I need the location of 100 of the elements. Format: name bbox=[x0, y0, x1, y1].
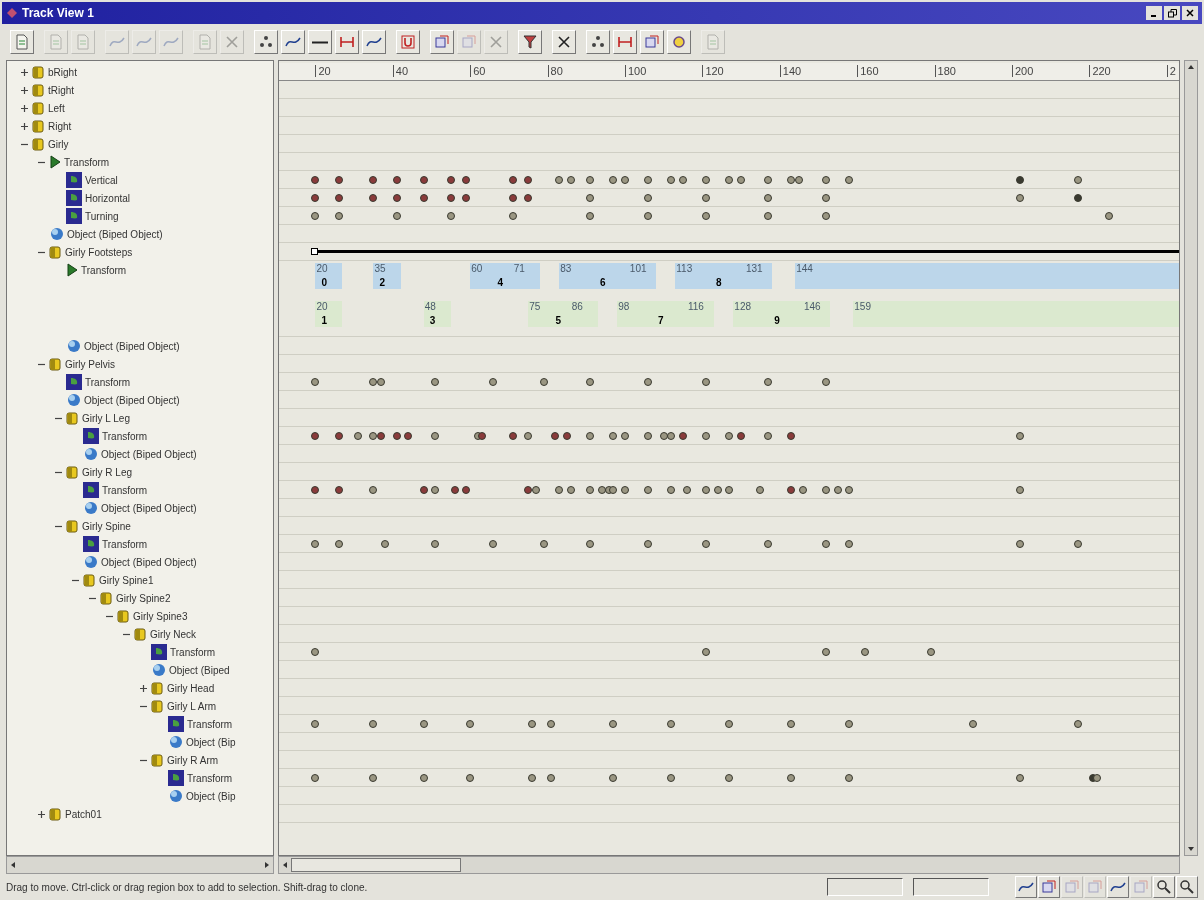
tree-item[interactable]: Object (Biped Object) bbox=[84, 338, 180, 354]
toolbar-button[interactable] bbox=[1107, 876, 1129, 898]
expand-icon[interactable] bbox=[21, 68, 28, 76]
footstep-block[interactable]: 75 86 5 bbox=[528, 301, 598, 327]
tree-item[interactable]: Object (Biped Object) bbox=[101, 446, 197, 462]
box-icon bbox=[1133, 879, 1149, 895]
toolbar-button[interactable] bbox=[552, 30, 576, 54]
tree-item[interactable]: Object (Biped Object) bbox=[67, 226, 163, 242]
close-button[interactable] bbox=[1182, 6, 1198, 20]
frame-label: 131 bbox=[745, 263, 763, 275]
footstep-number: 9 bbox=[774, 315, 780, 327]
minimize-button[interactable] bbox=[1146, 6, 1162, 20]
tree-item[interactable]: Girly L Leg bbox=[82, 410, 130, 426]
expand-icon[interactable] bbox=[38, 810, 45, 818]
horizontal-scrollbar[interactable] bbox=[6, 856, 274, 874]
range-handle[interactable] bbox=[311, 248, 319, 255]
toolbar-button[interactable] bbox=[1176, 876, 1198, 898]
tree-item[interactable]: tRight bbox=[48, 82, 75, 98]
restore-button[interactable] bbox=[1164, 6, 1180, 20]
tree-item[interactable]: Girly Footsteps bbox=[65, 244, 133, 260]
tree-item[interactable]: Transform bbox=[102, 428, 148, 444]
frame-label: 101 bbox=[629, 263, 647, 275]
toolbar-button[interactable] bbox=[362, 30, 386, 54]
toolbar-button[interactable] bbox=[308, 30, 332, 54]
tree-item[interactable]: Girly R Arm bbox=[167, 752, 219, 768]
triangle-icon bbox=[49, 155, 61, 169]
footstep-number: 0 bbox=[321, 277, 327, 289]
tree-item[interactable]: Object (Biped Object) bbox=[101, 500, 197, 516]
tree-item[interactable]: Girly Spine bbox=[82, 518, 131, 534]
leaf-icon bbox=[83, 428, 99, 444]
footstep-block[interactable]: 98 116 7 bbox=[617, 301, 714, 327]
tree-item[interactable]: Transform bbox=[85, 374, 131, 390]
tree-item[interactable]: Object (Bip bbox=[186, 734, 236, 750]
tree-item[interactable]: Horizontal bbox=[85, 190, 131, 206]
toolbar-button[interactable] bbox=[667, 30, 691, 54]
footstep-block[interactable]: 113 131 8 bbox=[675, 263, 773, 289]
tree-item[interactable]: Right bbox=[48, 118, 72, 134]
toolbar-button[interactable] bbox=[1015, 876, 1037, 898]
expand-icon[interactable] bbox=[140, 684, 147, 692]
tree-item[interactable]: Girly Spine1 bbox=[99, 572, 154, 588]
tree-item[interactable]: Object (Biped Object) bbox=[84, 392, 180, 408]
tree-item[interactable]: Vertical bbox=[85, 172, 118, 188]
leaf-icon bbox=[168, 770, 184, 786]
footstep-block[interactable]: 20 1 bbox=[315, 301, 343, 327]
horizontal-scrollbar[interactable] bbox=[278, 856, 1180, 874]
cube-icon bbox=[151, 753, 164, 767]
tree-item[interactable]: Turning bbox=[85, 208, 119, 224]
footstep-block[interactable]: 20 0 bbox=[315, 263, 343, 289]
expand-icon[interactable] bbox=[21, 122, 28, 130]
cube-icon bbox=[49, 807, 62, 821]
tree-item[interactable]: Patch01 bbox=[65, 806, 102, 822]
footstep-block[interactable]: 128 146 9 bbox=[733, 301, 831, 327]
tree-item[interactable]: Object (Biped Object) bbox=[101, 554, 197, 570]
cube-icon bbox=[117, 609, 130, 623]
sphere-icon bbox=[168, 735, 183, 749]
tree-item[interactable]: Girly bbox=[48, 136, 69, 152]
tree-item[interactable]: Transform bbox=[187, 716, 233, 732]
tree-item[interactable]: Left bbox=[48, 100, 65, 116]
tree-item[interactable]: Girly L Arm bbox=[167, 698, 217, 714]
vertical-scrollbar[interactable] bbox=[1184, 60, 1198, 856]
tree-item[interactable]: Girly R Leg bbox=[82, 464, 132, 480]
box-icon bbox=[461, 34, 477, 50]
tree-item[interactable]: Transform bbox=[170, 644, 216, 660]
footstep-block[interactable]: 35 2 bbox=[373, 263, 401, 289]
toolbar-button[interactable] bbox=[281, 30, 305, 54]
frame-label: 144 bbox=[796, 263, 813, 275]
frame-label: 60 bbox=[471, 263, 483, 275]
toolbar-button[interactable] bbox=[1153, 876, 1175, 898]
frame-label: 35 bbox=[374, 263, 386, 275]
tree-item[interactable]: Girly Spine2 bbox=[116, 590, 171, 606]
expand-icon[interactable] bbox=[21, 86, 28, 94]
tree-item[interactable]: Transform bbox=[102, 482, 148, 498]
status-field[interactable] bbox=[913, 878, 989, 896]
sphere-icon bbox=[83, 447, 98, 461]
tree-item[interactable]: Girly Pelvis bbox=[65, 356, 115, 372]
tree-item[interactable]: Object (Biped bbox=[169, 662, 230, 678]
expand-icon[interactable] bbox=[21, 104, 28, 112]
footstep-block[interactable]: 83 101 6 bbox=[559, 263, 656, 289]
frame-label: 71 bbox=[513, 263, 525, 275]
toolbar-button[interactable] bbox=[254, 30, 278, 54]
search-icon bbox=[1156, 879, 1172, 895]
tree-item[interactable]: Girly Spine3 bbox=[133, 608, 188, 624]
tree-item[interactable]: Transform bbox=[102, 536, 148, 552]
tree-item[interactable]: Transform bbox=[64, 154, 110, 170]
footstep-block[interactable]: 48 3 bbox=[423, 301, 451, 327]
tree-item[interactable]: bRight bbox=[48, 64, 77, 80]
footstep-block[interactable]: 60 71 4 bbox=[470, 263, 540, 289]
toolbar-button[interactable] bbox=[586, 30, 610, 54]
status-field[interactable] bbox=[827, 878, 903, 896]
tree-item[interactable]: Girly Neck bbox=[150, 626, 197, 642]
scroll-thumb[interactable] bbox=[291, 858, 461, 872]
cube-icon bbox=[66, 411, 79, 425]
tree-item[interactable]: Transform bbox=[187, 770, 233, 786]
tree-item[interactable]: Girly Head bbox=[167, 680, 215, 696]
tree-item[interactable]: Transform bbox=[81, 262, 127, 278]
footstep-block[interactable]: 159 bbox=[853, 301, 1179, 327]
tree-item[interactable]: Object (Bip bbox=[186, 788, 236, 804]
footstep-block[interactable]: 144 bbox=[795, 263, 1179, 289]
toolbar-button[interactable] bbox=[518, 30, 542, 54]
cube-icon bbox=[151, 681, 164, 695]
